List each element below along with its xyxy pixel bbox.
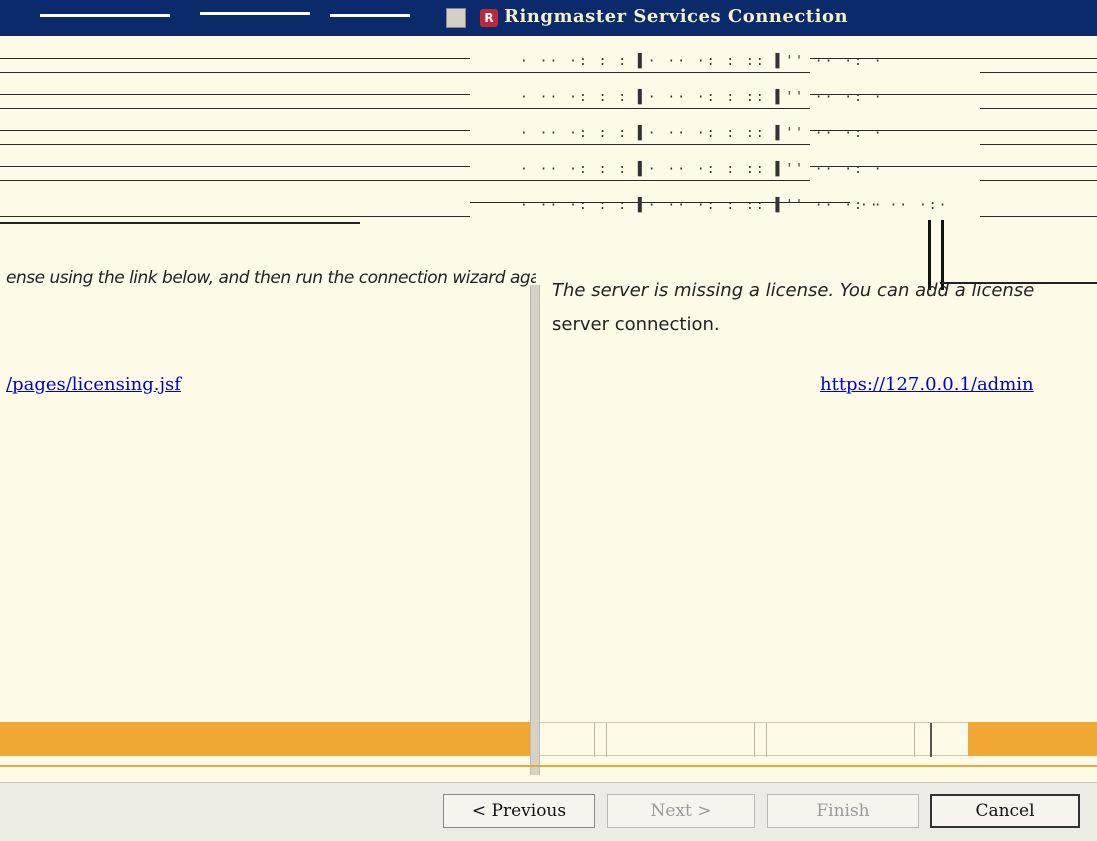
stripe-row: · ·· ·: : : ▌· ·· ·: : :: ▌'' ·· ·: · xyxy=(0,158,1097,188)
finish-button[interactable]: Finish xyxy=(767,794,919,828)
progress-band xyxy=(0,722,530,756)
title-bar: R Ringmaster Services Connection xyxy=(0,0,1097,36)
stripe-text: · ·· ·: : : ▌· ·· ·: : :: ▌'' ·· ·: · xyxy=(520,90,884,105)
app-icon: R xyxy=(480,9,498,27)
licensing-link[interactable]: /pages/licensing.jsf xyxy=(6,374,181,395)
progress-band xyxy=(968,722,1097,756)
title-bar-glitch-mark xyxy=(40,14,170,17)
cancel-button[interactable]: Cancel xyxy=(930,794,1080,828)
title-bar-glitch-mark xyxy=(330,14,410,17)
stripe-tick xyxy=(0,222,360,230)
band-grid xyxy=(540,722,968,757)
message-left-fragment: ense using the link below, and then run … xyxy=(6,268,536,288)
window-title: Ringmaster Services Connection xyxy=(504,6,849,27)
message-line-2: server connection. xyxy=(552,314,720,335)
stripe-row: · ·· ·: : : ▌· ·· ·: : :: ▌'' ·· ·: · xyxy=(0,50,1097,80)
stripe-text: · ·· ·: : : ▌· ·· ·: : :: ▌'' ·· ·: · xyxy=(520,198,884,213)
admin-link[interactable]: https://127.0.0.1/admin xyxy=(820,374,1034,395)
stripe-text: · ·· ·: : : ▌· ·· ·: : :: ▌'' ·· ·: · xyxy=(520,126,884,141)
stripe-text: · ·· ·: : : ▌· ·· ·: : :: ▌'' ·· ·: · xyxy=(520,54,884,69)
stripe-row: · ·· ·: : : ▌· ·· ·: : :: ▌'' ·· ·: · xyxy=(0,122,1097,152)
system-menu-icon[interactable] xyxy=(446,8,466,28)
title-bar-glitch-mark xyxy=(200,12,310,15)
stripe-text: ·· ·· ·:· xyxy=(860,198,949,213)
message-line-1: The server is missing a license. You can… xyxy=(552,280,1035,301)
panel-divider xyxy=(530,285,540,775)
stripe-text: · ·· ·: : : ▌· ·· ·: : :: ▌'' ·· ·: · xyxy=(520,162,884,177)
next-button[interactable]: Next > xyxy=(607,794,755,828)
stripe-row: · ·· ·: : : ▌· ·· ·: : :: ▌'' ·· ·: · xyxy=(0,86,1097,116)
previous-button[interactable]: < Previous xyxy=(443,794,595,828)
band-line xyxy=(0,765,1097,767)
